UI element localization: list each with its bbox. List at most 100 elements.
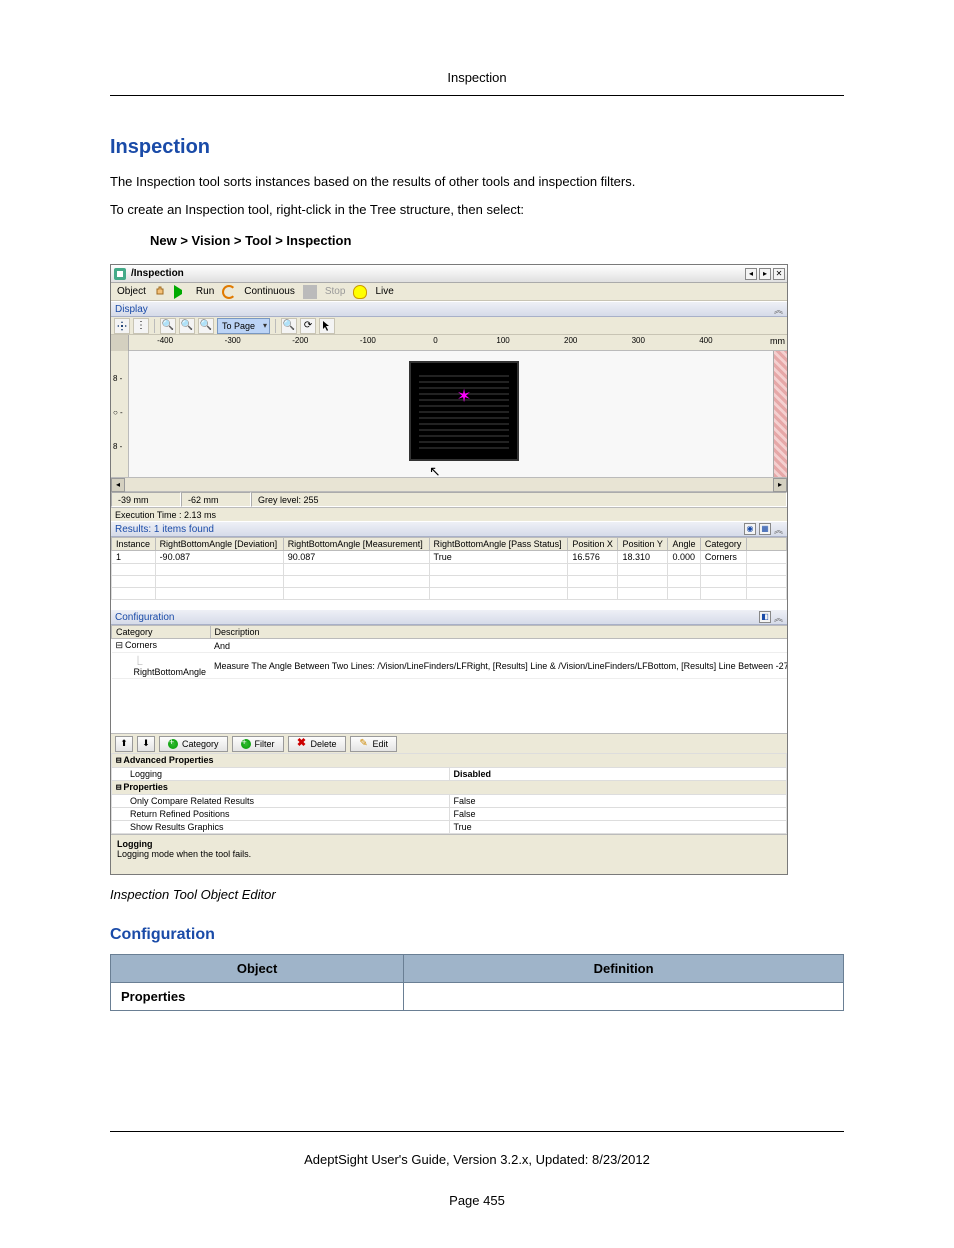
cell-angle: 0.000 — [668, 551, 700, 564]
continuous-icon[interactable] — [222, 285, 236, 299]
hand-icon[interactable] — [154, 285, 168, 299]
intro-paragraph: The Inspection tool sorts instances base… — [110, 173, 844, 191]
def-row-properties: Properties — [111, 983, 404, 1011]
config-col-description[interactable]: Description — [210, 626, 787, 639]
pointer-button[interactable] — [319, 318, 335, 334]
display-section-bar[interactable]: Display ︽ — [111, 301, 787, 317]
collapse-chevron-icon[interactable]: ︽ — [774, 303, 783, 316]
menu-continuous[interactable]: Continuous — [242, 286, 297, 297]
plus-icon — [168, 739, 178, 749]
cursor-icon: ↖ — [429, 463, 441, 477]
ruler-horizontal: -400 -300 -200 -100 0 100 200 300 400 mm — [111, 335, 787, 351]
prop-key: Only Compare Related Results — [112, 795, 450, 808]
ruler-tick: -100 — [360, 336, 376, 345]
prop-row[interactable]: Return Refined Positions False — [112, 808, 787, 821]
display-label: Display — [115, 304, 148, 315]
app-icon — [113, 267, 127, 281]
prop-value[interactable]: Disabled — [449, 768, 787, 781]
zoom-reset-button[interactable]: 🔍 — [198, 318, 214, 334]
scroll-left-button[interactable]: ◂ — [111, 478, 125, 492]
page-header: Inspection — [110, 40, 844, 96]
prop-group-properties[interactable]: ⊟Properties — [112, 781, 787, 795]
ruler-tick: 100 — [496, 336, 509, 345]
zoom-fit-button[interactable]: 🔍 — [281, 318, 297, 334]
refresh-button[interactable]: ⟳ — [300, 318, 316, 334]
zoom-in-button[interactable]: 🔍 — [160, 318, 176, 334]
prop-row[interactable]: Only Compare Related Results False — [112, 795, 787, 808]
add-filter-button[interactable]: Filter — [232, 736, 284, 752]
results-grid-icon[interactable]: ▦ — [759, 523, 771, 535]
prop-group-advanced[interactable]: ⊟Advanced Properties — [112, 754, 787, 768]
results-table-wrap: Instance RightBottomAngle [Deviation] Ri… — [111, 537, 787, 609]
canvas[interactable]: ✶ ↖ — [129, 351, 773, 477]
add-category-button[interactable]: Category — [159, 736, 228, 752]
tree-node-desc: Measure The Angle Between Two Lines: /Vi… — [210, 653, 787, 679]
prop-key: Logging — [112, 768, 450, 781]
prop-row[interactable]: Show Results Graphics True — [112, 821, 787, 834]
definition-table: Object Definition Properties — [110, 954, 844, 1011]
prop-value[interactable]: False — [449, 795, 787, 808]
table-row: Properties — [111, 983, 844, 1011]
tree-node-desc: And — [210, 639, 787, 653]
results-col-instance[interactable]: Instance — [112, 538, 156, 551]
cell-posy: 18.310 — [618, 551, 668, 564]
property-description-body: Logging mode when the tool fails. — [117, 849, 781, 859]
edit-button[interactable]: ✎Edit — [350, 736, 398, 752]
results-col-angle[interactable]: Angle — [668, 538, 700, 551]
delete-button[interactable]: ✖Delete — [288, 736, 346, 752]
close-button[interactable]: ✕ — [773, 268, 785, 280]
prop-row[interactable]: Logging Disabled — [112, 768, 787, 781]
move-down-button[interactable]: ⬇ — [137, 736, 155, 752]
tree-node-root[interactable]: ⊟Corners And — [112, 639, 788, 653]
collapse-chevron-icon[interactable]: ︽ — [774, 611, 783, 624]
run-icon[interactable] — [174, 285, 188, 299]
tree-collapse-icon[interactable]: ⊟ — [116, 641, 126, 651]
zoom-out-button[interactable]: 🔍 — [179, 318, 195, 334]
config-button-row: ⬆ ⬇ Category Filter ✖Delete ✎Edit — [111, 733, 787, 753]
menu-live[interactable]: Live — [373, 286, 395, 297]
figure-caption: Inspection Tool Object Editor — [110, 887, 844, 902]
nav-prev-button[interactable]: ◂ — [745, 268, 757, 280]
property-description-title: Logging — [117, 839, 781, 849]
cell-posx: 16.576 — [568, 551, 618, 564]
ruler-vertical: 8 - ○ - 8 - — [111, 351, 129, 477]
results-col-posx[interactable]: Position X — [568, 538, 618, 551]
config-popout-icon[interactable]: ◧ — [759, 611, 771, 623]
prop-value[interactable]: False — [449, 808, 787, 821]
results-col-measurement[interactable]: RightBottomAngle [Measurement] — [283, 538, 429, 551]
results-col-deviation[interactable]: RightBottomAngle [Deviation] — [155, 538, 283, 551]
live-icon[interactable] — [353, 285, 367, 299]
section-title: Inspection — [110, 136, 844, 159]
image-viewport[interactable]: 8 - ○ - 8 - ✶ ↖ ◂ ▸ — [111, 351, 787, 491]
prop-key: Show Results Graphics — [112, 821, 450, 834]
config-section-bar[interactable]: Configuration ◧ ︽ — [111, 609, 787, 625]
move-up-button[interactable]: ⬆ — [115, 736, 133, 752]
menu-stop: Stop — [323, 286, 348, 297]
results-settings-icon[interactable]: ◉ — [744, 523, 756, 535]
table-row[interactable]: 1 -90.087 90.087 True 16.576 18.310 0.00… — [112, 551, 787, 564]
config-col-category[interactable]: Category — [112, 626, 211, 639]
tree-node-label: RightBottomAngle — [134, 667, 207, 677]
menu-run[interactable]: Run — [194, 286, 216, 297]
split-tool-button[interactable]: ⋮ — [133, 318, 149, 334]
zoom-mode-dropdown[interactable]: To Page — [217, 318, 270, 334]
nav-next-button[interactable]: ▸ — [759, 268, 771, 280]
scroll-horizontal[interactable]: ◂ ▸ — [111, 477, 787, 491]
cell-measurement: 90.087 — [283, 551, 429, 564]
results-col-pass[interactable]: RightBottomAngle [Pass Status] — [429, 538, 568, 551]
results-section-bar[interactable]: Results: 1 items found ◉ ▦ ︽ — [111, 521, 787, 537]
ruler-tick: 200 — [564, 336, 577, 345]
collapse-chevron-icon[interactable]: ︽ — [774, 523, 783, 536]
menubar: Object Run Continuous Stop Live — [111, 283, 787, 301]
prop-value[interactable]: True — [449, 821, 787, 834]
inspected-part-image: ✶ — [409, 361, 519, 461]
scroll-right-button[interactable]: ▸ — [773, 478, 787, 492]
howto-paragraph: To create an Inspection tool, right-clic… — [110, 201, 844, 219]
results-col-posy[interactable]: Position Y — [618, 538, 668, 551]
move-tool-button[interactable] — [114, 318, 130, 334]
scroll-vertical[interactable] — [773, 351, 787, 477]
results-col-category[interactable]: Category — [700, 538, 746, 551]
tree-node-child[interactable]: ⎿ RightBottomAngle Measure The Angle Bet… — [112, 653, 788, 679]
def-col-object: Object — [111, 955, 404, 983]
menu-object[interactable]: Object — [115, 286, 148, 297]
